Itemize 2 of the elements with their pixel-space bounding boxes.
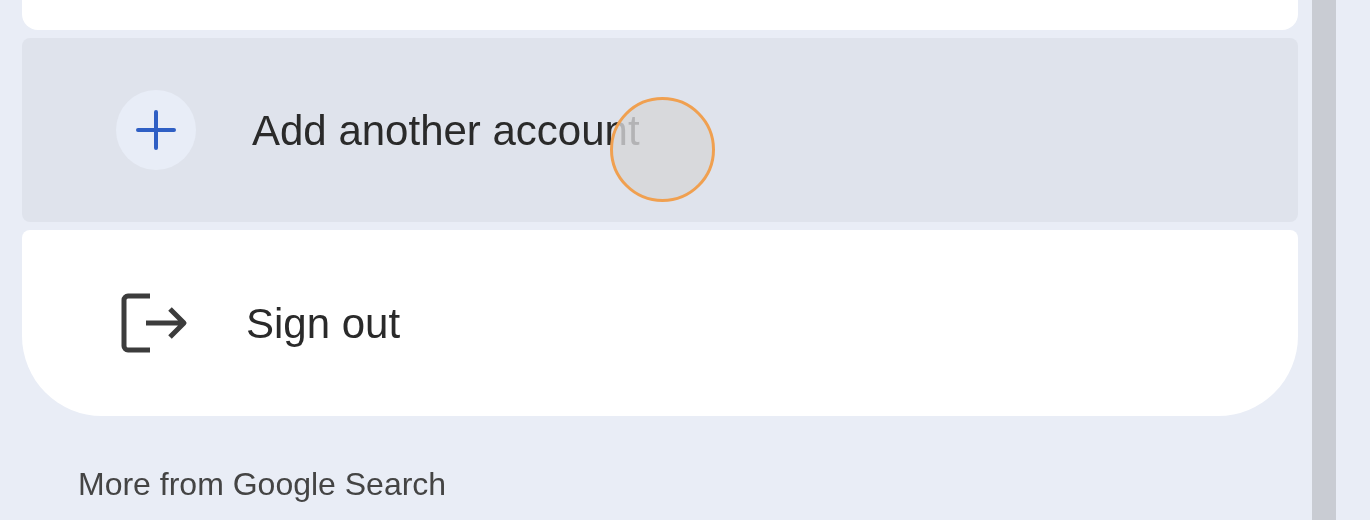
menu-item[interactable]: Sign out xyxy=(22,230,1298,416)
section-heading: More from Google Search xyxy=(78,466,448,502)
